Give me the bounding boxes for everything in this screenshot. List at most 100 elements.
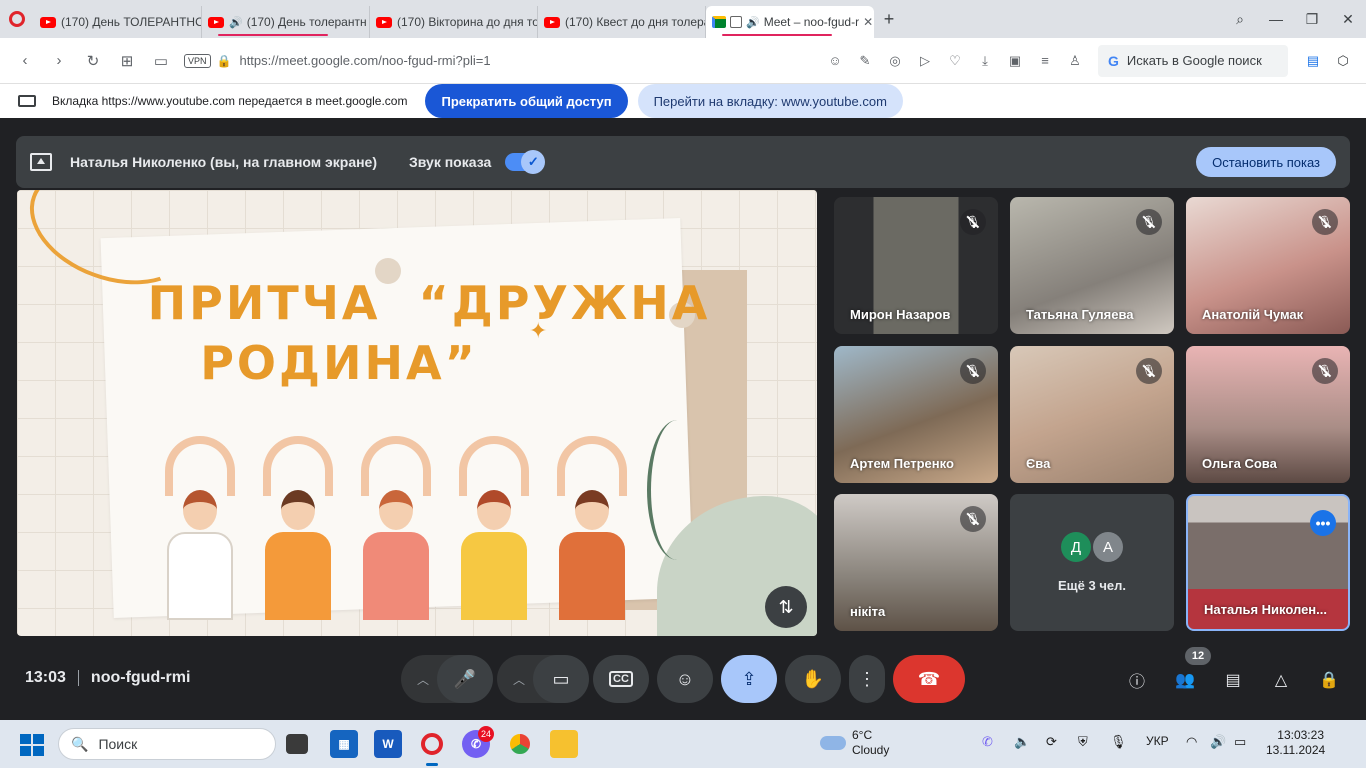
participant-tile[interactable]: 🎙 Татьяна Гуляева [1010,197,1174,334]
picture-in-picture-icon[interactable] [730,16,742,28]
emoji-icon[interactable]: ☺ [820,53,850,68]
youtube-icon [40,16,56,28]
camera-button[interactable]: ▭ [533,655,589,703]
back-icon[interactable]: ‹ [8,52,42,69]
participant-tile[interactable]: 🎙 Артем Петренко [834,346,998,483]
forward-icon[interactable]: › [42,52,76,69]
swap-layout-icon[interactable]: ⇅ [765,586,807,628]
store-icon[interactable]: ▦ [330,730,358,758]
extension-icon[interactable]: ▤ [1298,53,1328,69]
url-field[interactable]: https://meet.google.com/noo-fgud-rmi?pli… [239,53,820,68]
stop-presenting-button[interactable]: Остановить показ [1196,147,1336,177]
leave-call-button[interactable]: ☎ [893,655,965,703]
reactions-button[interactable]: ☺ [657,655,713,703]
minimize-icon[interactable]: — [1258,11,1294,27]
lock-icon[interactable]: 🔒 [217,54,232,68]
chevron-up-icon[interactable]: ︿ [513,671,525,688]
participant-name: Єва [1026,456,1051,471]
more-options-icon[interactable]: ••• [1310,510,1336,536]
go-to-tab-button[interactable]: Перейти на вкладку: www.youtube.com [637,84,903,118]
player-icon[interactable]: ▣ [1000,53,1030,69]
vpn-badge[interactable]: VPN [184,53,211,68]
task-view-icon[interactable] [286,734,308,754]
participant-tile[interactable]: 🎙 Ольга Сова [1186,346,1350,483]
volume-tray-icon[interactable]: 🔈 [1014,734,1030,750]
google-search-box[interactable]: G Искать в Google поиск [1098,44,1288,77]
tab-title: (170) Квест до дня толера [565,15,706,29]
tab-close-icon[interactable]: ✕ [859,15,873,29]
mic-tray-icon[interactable]: 🎙 [1110,734,1127,750]
tab-audio-indicator [722,34,832,36]
participant-tile[interactable]: 🎙 Єва [1010,346,1174,483]
participant-name: Анатолій Чумак [1202,307,1304,322]
search-tabs-icon[interactable]: ⌕ [1222,11,1258,28]
browser-tab-4[interactable]: (170) Квест до дня толера [538,6,706,38]
illustration-person [353,436,439,620]
participant-tile[interactable]: 🎙 нікіта [834,494,998,631]
share-sound-toggle[interactable]: ✓ [505,150,546,174]
participant-grid: 🎙 Мирон Назаров 🎙 Татьяна Гуляева 🎙 Анат… [834,197,1350,631]
cube-icon[interactable]: ⬡ [1328,53,1358,69]
camera-icon[interactable]: ▭ [144,52,178,70]
meeting-code: noo-fgud-rmi [90,669,191,686]
chevron-up-icon[interactable]: ︿ [417,671,429,688]
captions-icon: CC [609,671,633,687]
present-now-button[interactable]: ⇪ [721,655,777,703]
send-icon[interactable]: ▷ [910,53,940,69]
download-icon[interactable]: ⤓ [970,53,1000,69]
close-icon[interactable]: ✕ [1330,11,1366,28]
defender-tray-icon[interactable]: ⛨ [1078,734,1088,750]
system-clock[interactable]: 13:03:23 13.11.2024 [1266,728,1325,758]
browser-tab-2[interactable]: 🔊 (170) День толерантн [202,6,370,38]
activities-icon[interactable]: △ [1268,669,1294,691]
host-controls-icon[interactable]: 🔒 [1316,669,1342,691]
language-indicator[interactable]: УКР [1146,734,1169,748]
easy-setup-icon[interactable]: ≡ [1030,53,1060,68]
meeting-details-icon[interactable]: ⓘ [1124,669,1150,691]
tab-title: Meet – noo-fgud-r [763,15,860,29]
sync-tray-icon[interactable]: ⟳ [1046,734,1057,750]
speed-dial-icon[interactable]: ⊞ [110,52,144,70]
wifi-icon[interactable]: ◠ [1186,734,1197,750]
shared-slide: ПРИТЧА “ДРУЖНА РОДИНА” ✦ ⇅ [17,190,817,636]
presenter-label: Наталья Николенко (вы, на главном экране… [70,154,378,170]
more-participants-tile[interactable]: Д А Ещё 3 чел. [1010,494,1174,631]
participant-tile[interactable]: 🎙 Анатолій Чумак [1186,197,1350,334]
self-participant-tile[interactable]: ••• Наталья Николен... [1186,494,1350,631]
word-icon[interactable]: W [374,730,402,758]
participant-tile[interactable]: 🎙 Мирон Назаров [834,197,998,334]
file-explorer-icon[interactable] [550,730,578,758]
chat-icon[interactable]: ▤ [1220,669,1246,691]
microphone-button[interactable]: 🎤 [437,655,493,703]
browser-tab-3[interactable]: (170) Вікторина до дня то [370,6,538,38]
people-icon[interactable]: 👥 [1172,669,1198,691]
chrome-icon[interactable] [506,730,534,758]
windows-start-icon[interactable] [20,734,44,756]
screen-share-icon [18,95,36,107]
opera-menu-icon[interactable] [0,0,34,38]
browser-tab-5[interactable]: 🔊 Meet – noo-fgud-r ✕ [706,6,874,38]
weather-widget[interactable]: 6°C Cloudy [820,728,889,758]
speaker-icon[interactable]: 🔊 [1210,734,1226,750]
viber-tray-icon[interactable]: ✆ [982,734,993,750]
stop-sharing-button[interactable]: Прекратить общий доступ [425,84,628,118]
opera-taskbar-icon[interactable] [418,730,446,766]
new-tab-icon[interactable]: + [874,9,904,30]
profile-icon[interactable]: ♙ [1060,53,1090,69]
speaker-icon[interactable]: 🔊 [746,16,760,29]
taskbar-search[interactable]: 🔍 Поиск [58,728,276,760]
speaker-icon[interactable]: 🔊 [229,16,243,29]
raise-hand-button[interactable]: ✋ [785,655,841,703]
heart-icon[interactable]: ♡ [940,53,970,69]
edit-icon[interactable]: ✎ [850,53,880,69]
youtube-icon [376,16,392,28]
battery-icon[interactable]: ▭ [1234,734,1246,750]
more-options-button[interactable]: ⋮ [849,655,885,703]
present-screen-icon [30,153,52,171]
browser-tab-strip: (170) День ТОЛЕРАНТНО ✕ 🔊 (170) День тол… [0,0,1366,38]
restore-icon[interactable]: ❐ [1294,11,1330,28]
browser-tab-1[interactable]: (170) День ТОЛЕРАНТНО ✕ [34,6,202,38]
snapshot-icon[interactable]: ◎ [880,53,910,69]
reload-icon[interactable]: ↻ [76,52,110,70]
captions-button[interactable]: CC [593,655,649,703]
